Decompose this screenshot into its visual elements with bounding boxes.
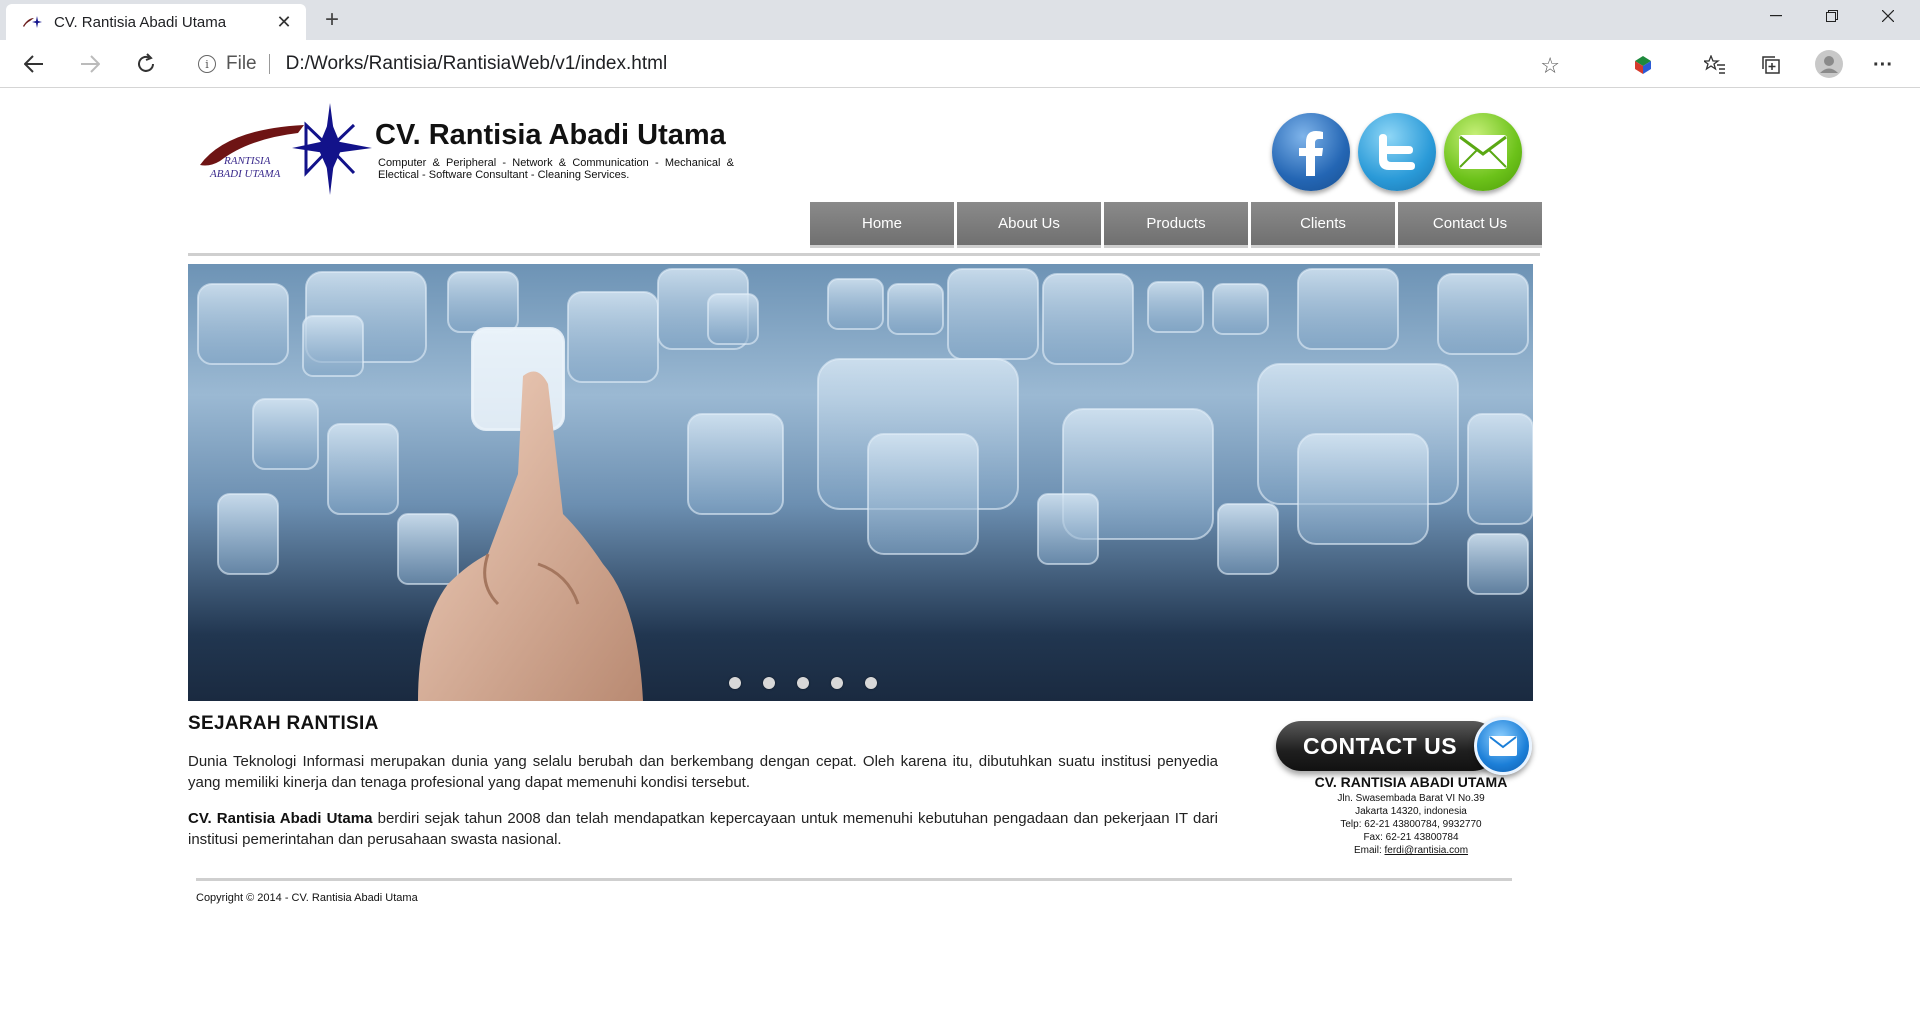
slider-dot-5[interactable] <box>865 677 877 689</box>
profile-icon <box>1815 50 1843 78</box>
nav-home[interactable]: Home <box>810 202 954 248</box>
contact-phone: Telp: 62-21 43800784, 9932770 <box>1340 819 1482 830</box>
company-logo[interactable]: RANTISIA ABADI UTAMA <box>196 103 372 195</box>
slider-dot-4[interactable] <box>831 677 843 689</box>
minimize-button[interactable] <box>1748 0 1804 32</box>
slider-dot-3[interactable] <box>797 677 809 689</box>
twitter-icon <box>1379 134 1415 170</box>
tab-close-icon[interactable]: ✕ <box>274 12 294 33</box>
minimize-icon <box>1770 15 1782 17</box>
hero-slider[interactable] <box>188 264 1533 701</box>
forward-arrow-icon <box>81 55 100 73</box>
email-button[interactable] <box>1444 113 1522 191</box>
collections-button[interactable] <box>1758 52 1784 78</box>
address-bar[interactable]: i File D:/Works/Rantisia/RantisiaWeb/v1/… <box>180 46 1580 82</box>
nav-clients[interactable]: Clients <box>1251 202 1395 248</box>
facebook-icon <box>1299 131 1323 176</box>
hero-image <box>197 268 1533 701</box>
facebook-button[interactable] <box>1272 113 1350 191</box>
url-text[interactable]: D:/Works/Rantisia/RantisiaWeb/v1/index.h… <box>286 53 668 75</box>
section-title: SEJARAH RANTISIA <box>188 713 379 734</box>
copyright-text: Copyright © 2014 - CV. Rantisia Abadi Ut… <box>196 892 418 904</box>
logo-text-line2: ABADI UTAMA <box>210 168 281 180</box>
favorites-list-icon <box>1704 55 1725 74</box>
contact-details: CV. RANTISIA ABADI UTAMA Jln. Swasembada… <box>1276 774 1546 857</box>
company-name: CV. Rantisia Abadi Utama <box>375 119 726 151</box>
more-menu-icon[interactable]: ··· <box>1870 52 1896 78</box>
email-icon <box>1459 135 1507 169</box>
forward-button[interactable] <box>74 50 106 78</box>
close-window-button[interactable] <box>1860 0 1916 32</box>
collections-icon <box>1762 56 1780 74</box>
nav-about-us[interactable]: About Us <box>957 202 1101 248</box>
profile-avatar[interactable] <box>1814 49 1844 79</box>
url-scheme-label: File <box>226 53 257 74</box>
contact-email-link[interactable]: ferdi@rantisia.com <box>1385 845 1469 856</box>
contact-company-name: CV. RANTISIA ABADI UTAMA <box>1314 774 1508 790</box>
favorites-button[interactable] <box>1702 52 1728 78</box>
web-page: RANTISIA ABADI UTAMA CV. Rantisia Abadi … <box>0 89 1920 1030</box>
contact-address-2: Jakarta 14320, indonesia <box>1355 806 1467 817</box>
nav-products[interactable]: Products <box>1104 202 1248 248</box>
tab-title: CV. Rantisia Abadi Utama <box>54 13 227 31</box>
back-button[interactable] <box>18 50 50 78</box>
new-tab-button[interactable]: + <box>318 6 346 34</box>
contact-us-banner[interactable]: CONTACT US <box>1276 717 1536 781</box>
logo-text-line1: RANTISIA <box>224 155 271 167</box>
close-icon <box>1882 10 1894 22</box>
contact-us-label: CONTACT US <box>1276 721 1498 771</box>
slider-dot-2[interactable] <box>763 677 775 689</box>
main-navigation: Home About Us Products Clients Contact U… <box>810 202 1542 248</box>
contact-mail-icon <box>1474 717 1532 775</box>
contact-email-row: Email: ferdi@rantisia.com <box>1276 844 1546 857</box>
restore-icon <box>1826 10 1838 22</box>
company-tagline: Computer & Peripheral - Network & Commun… <box>378 157 734 181</box>
footer-divider <box>196 878 1512 881</box>
extension-icon[interactable] <box>1630 52 1656 78</box>
refresh-button[interactable] <box>130 50 162 78</box>
twitter-button[interactable] <box>1358 113 1436 191</box>
back-arrow-icon <box>24 55 43 73</box>
nav-contact-us[interactable]: Contact Us <box>1398 202 1542 248</box>
site-favicon-icon <box>22 15 42 29</box>
browser-toolbar: i File D:/Works/Rantisia/RantisiaWeb/v1/… <box>0 40 1920 88</box>
info-icon[interactable]: i <box>198 55 216 73</box>
browser-tab[interactable]: CV. Rantisia Abadi Utama ✕ <box>6 4 306 40</box>
company-name-bold: CV. Rantisia Abadi Utama <box>188 810 373 827</box>
contact-fax: Fax: 62-21 43800784 <box>1363 832 1459 843</box>
favorite-star-icon[interactable]: ☆ <box>1540 53 1560 79</box>
history-paragraph-2: CV. Rantisia Abadi Utama berdiri sejak t… <box>188 808 1218 850</box>
slider-pagination <box>188 677 1418 689</box>
history-paragraph-1: Dunia Teknologi Informasi merupakan duni… <box>188 753 1218 791</box>
contact-email-label: Email: <box>1353 845 1385 856</box>
slider-dot-1[interactable] <box>729 677 741 689</box>
omnibox-divider <box>268 54 270 74</box>
refresh-icon <box>138 53 154 72</box>
restore-button[interactable] <box>1804 0 1860 32</box>
contact-address-1: Jln. Swasembada Barat VI No.39 <box>1337 793 1485 804</box>
tab-strip: CV. Rantisia Abadi Utama ✕ + <box>0 0 1920 40</box>
header-divider <box>188 253 1540 256</box>
